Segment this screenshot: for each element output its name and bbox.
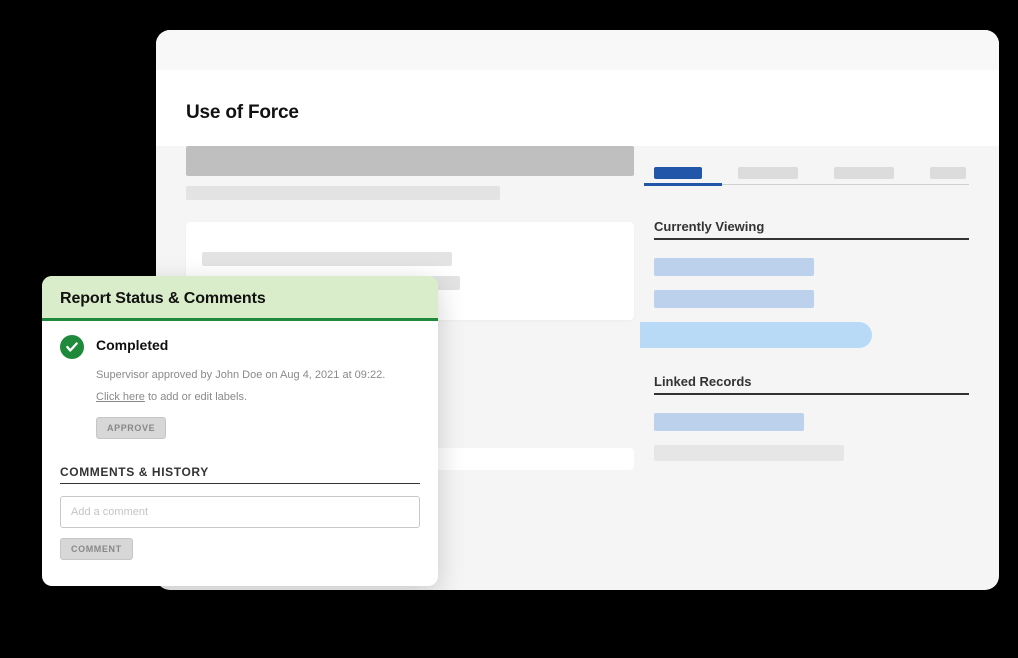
edit-labels-rest: to add or edit labels. — [145, 391, 247, 403]
form-line-placeholder — [186, 186, 500, 200]
page-title: Use of Force — [186, 102, 969, 124]
report-status-modal: Report Status & Comments Completed Super… — [42, 276, 438, 586]
linked-records-heading: Linked Records — [654, 374, 969, 395]
tab-label-placeholder — [930, 167, 966, 179]
currently-viewing-heading: Currently Viewing — [654, 219, 969, 240]
tab-item[interactable] — [834, 162, 894, 184]
record-pill[interactable] — [654, 258, 814, 276]
comment-button[interactable]: COMMENT — [60, 538, 133, 560]
tab-active[interactable] — [654, 162, 702, 184]
linked-record-pill[interactable] — [654, 413, 804, 431]
modal-body: Completed Supervisor approved by John Do… — [42, 321, 438, 439]
window-titlebar — [156, 30, 999, 78]
status-label: Completed — [96, 337, 168, 353]
tab-item[interactable] — [738, 162, 798, 184]
record-active-tag[interactable] — [640, 322, 872, 348]
tab-item[interactable] — [930, 162, 966, 184]
edit-labels-link[interactable]: Click here — [96, 391, 145, 403]
tab-label-placeholder — [738, 167, 798, 179]
right-tabbar — [654, 154, 969, 185]
form-header-placeholder — [186, 146, 634, 176]
approved-by-line: Supervisor approved by John Doe on Aug 4… — [96, 369, 420, 381]
tab-label-placeholder — [654, 167, 702, 179]
form-field-placeholder — [202, 252, 452, 266]
tab-label-placeholder — [834, 167, 894, 179]
check-icon — [60, 335, 84, 359]
record-pill[interactable] — [654, 290, 814, 308]
status-row: Completed — [60, 337, 420, 359]
comments-history-heading: COMMENTS & HISTORY — [60, 465, 420, 484]
modal-header: Report Status & Comments — [42, 276, 438, 321]
comment-input[interactable] — [60, 496, 420, 528]
edit-labels-line: Click here to add or edit labels. — [96, 391, 420, 403]
right-column: Currently Viewing Linked Records — [654, 146, 969, 475]
linked-record-placeholder — [654, 445, 844, 461]
modal-title: Report Status & Comments — [60, 290, 420, 308]
approve-button[interactable]: APPROVE — [96, 417, 166, 439]
